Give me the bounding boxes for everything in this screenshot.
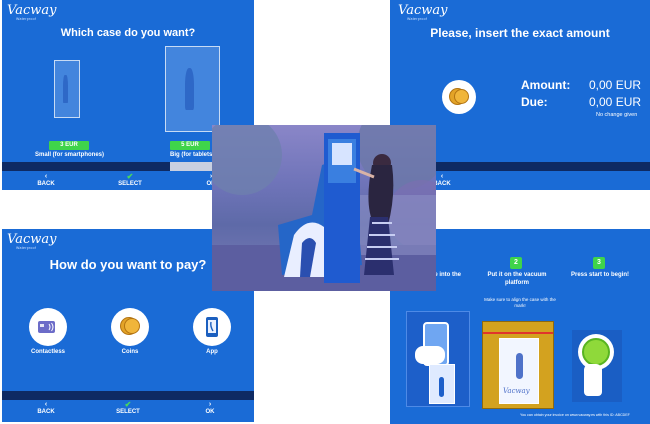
back-button[interactable]: ‹ BACK xyxy=(34,401,58,415)
green-start-button-icon xyxy=(582,338,610,366)
back-label: BACK xyxy=(37,181,55,187)
check-icon: ✔ xyxy=(124,400,132,409)
logo-tagline: Waterproof xyxy=(407,17,428,21)
big-case-price-badge: 5 EUR xyxy=(170,141,210,150)
coin-slot-graphic xyxy=(442,80,476,114)
vacway-logo: Vacway xyxy=(398,3,448,18)
chevron-right-icon: › xyxy=(208,401,212,408)
page-title: Which case do you want? xyxy=(60,27,196,39)
select-label: SELECT xyxy=(118,181,142,187)
start-button-illustration xyxy=(572,330,622,402)
ok-button[interactable]: › OK xyxy=(202,401,218,415)
invoice-footer: You can obtain your invoice on www.vacwa… xyxy=(520,413,630,417)
case-mark-icon xyxy=(63,75,68,103)
select-button[interactable]: ✔ SELECT xyxy=(112,172,148,188)
contactless-label: Contactless xyxy=(30,349,65,355)
kiosk-photo-image xyxy=(212,125,436,291)
small-case-price-badge: 3 EUR xyxy=(49,141,89,150)
contactless-option[interactable]: Contactless xyxy=(26,308,70,355)
case-mark-icon xyxy=(439,377,444,397)
coin-icon xyxy=(124,318,140,334)
big-case-label: Big (for tablets) xyxy=(170,152,215,158)
step-2-number: 2 xyxy=(510,257,522,269)
select-label: SELECT xyxy=(116,409,140,415)
contactless-card-icon xyxy=(29,308,67,346)
vacway-logo: Vacway xyxy=(7,3,57,18)
amount-label: Amount: xyxy=(521,78,571,92)
alignment-mark-line xyxy=(483,332,553,334)
logo-tagline: Waterproof xyxy=(16,17,37,21)
small-case-label: Small (for smartphones) xyxy=(35,152,105,158)
small-case-image[interactable] xyxy=(54,60,80,118)
align-note: Make sure to align the case with the mar… xyxy=(484,297,556,308)
step-3-number: 3 xyxy=(593,257,605,269)
case-icon xyxy=(429,364,455,404)
coin-icon xyxy=(454,89,469,104)
back-label: BACK xyxy=(37,409,55,415)
hand-icon xyxy=(415,346,445,364)
app-option[interactable]: App xyxy=(190,308,234,355)
due-value: 0,00 EUR xyxy=(589,95,642,109)
no-change-note: No change given xyxy=(596,112,638,118)
chevron-left-icon: ‹ xyxy=(44,401,48,408)
phone-app-icon xyxy=(193,308,231,346)
pointing-hand-icon xyxy=(584,364,602,396)
step-2-text: Put it on the vacuum platform xyxy=(487,272,547,286)
case-logo-text: Vacway xyxy=(503,387,530,395)
step-3-text: Press start to begin! xyxy=(570,272,629,278)
due-label: Due: xyxy=(521,95,548,109)
case-on-platform: Vacway xyxy=(499,338,539,404)
kiosk-photo xyxy=(212,125,436,291)
case-mark-icon xyxy=(516,353,523,379)
amount-value: 0,00 EUR xyxy=(589,78,642,92)
logo-tagline: Waterproof xyxy=(16,246,37,250)
back-button[interactable]: ‹ BACK xyxy=(34,173,58,187)
coins-label: Coins xyxy=(121,349,139,355)
phone-into-case-illustration xyxy=(406,311,470,407)
big-case-image[interactable] xyxy=(165,46,220,132)
case-mark-icon xyxy=(184,68,195,110)
chevron-left-icon: ‹ xyxy=(44,173,48,180)
select-button[interactable]: ✔ SELECT xyxy=(110,400,146,416)
coins-option[interactable]: Coins xyxy=(108,308,152,355)
vacuum-platform-illustration: Vacway xyxy=(482,321,554,409)
vacway-logo: Vacway xyxy=(7,232,57,247)
app-label: App xyxy=(206,349,218,355)
page-title: Please, insert the exact amount xyxy=(430,26,610,40)
coins-icon xyxy=(111,308,149,346)
progress-bar xyxy=(2,391,254,400)
check-icon: ✔ xyxy=(126,172,134,181)
ok-label: OK xyxy=(205,409,215,415)
